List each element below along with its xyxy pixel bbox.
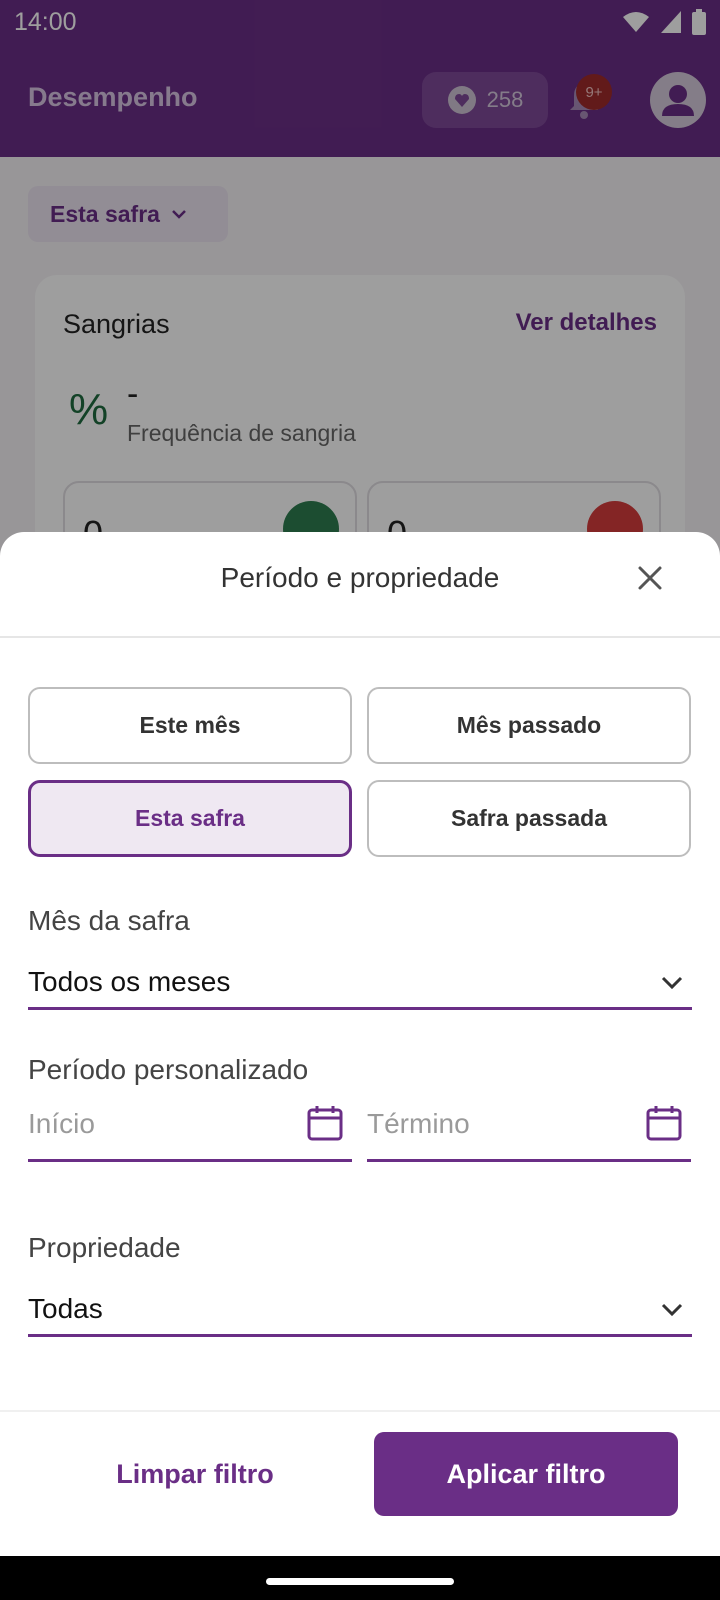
home-gesture-handle[interactable] bbox=[266, 1578, 454, 1585]
start-date-field[interactable] bbox=[28, 1096, 352, 1162]
end-date-field[interactable] bbox=[367, 1096, 691, 1162]
harvest-month-label: Mês da safra bbox=[28, 905, 190, 936]
end-date-input[interactable] bbox=[367, 1108, 627, 1140]
property-label: Propriedade bbox=[28, 1232, 181, 1263]
preset-last-harvest[interactable]: Safra passada bbox=[367, 780, 691, 857]
preset-last-month[interactable]: Mês passado bbox=[367, 687, 691, 764]
clear-filter-button[interactable]: Limpar filtro bbox=[40, 1432, 350, 1516]
chevron-down-icon bbox=[661, 976, 683, 990]
chevron-down-icon bbox=[661, 1303, 683, 1317]
divider bbox=[0, 636, 720, 638]
calendar-icon[interactable] bbox=[645, 1104, 683, 1142]
custom-period-label: Período personalizado bbox=[28, 1054, 309, 1085]
close-icon[interactable] bbox=[632, 560, 668, 596]
property-select[interactable]: Todas bbox=[28, 1285, 692, 1337]
system-nav-bar bbox=[0, 1556, 720, 1600]
property-value: Todas bbox=[28, 1293, 103, 1324]
harvest-month-value: Todos os meses bbox=[28, 966, 231, 997]
filter-bottom-sheet: Período e propriedade Este mês Mês passa… bbox=[0, 532, 720, 1556]
apply-filter-button[interactable]: Aplicar filtro bbox=[374, 1432, 678, 1516]
calendar-icon[interactable] bbox=[306, 1104, 344, 1142]
sheet-title: Período e propriedade bbox=[220, 562, 500, 593]
start-date-input[interactable] bbox=[28, 1108, 288, 1140]
preset-this-month[interactable]: Este mês bbox=[28, 687, 352, 764]
harvest-month-select[interactable]: Todos os meses bbox=[28, 958, 692, 1010]
footer-divider bbox=[0, 1410, 720, 1412]
preset-this-harvest[interactable]: Esta safra bbox=[28, 780, 352, 857]
